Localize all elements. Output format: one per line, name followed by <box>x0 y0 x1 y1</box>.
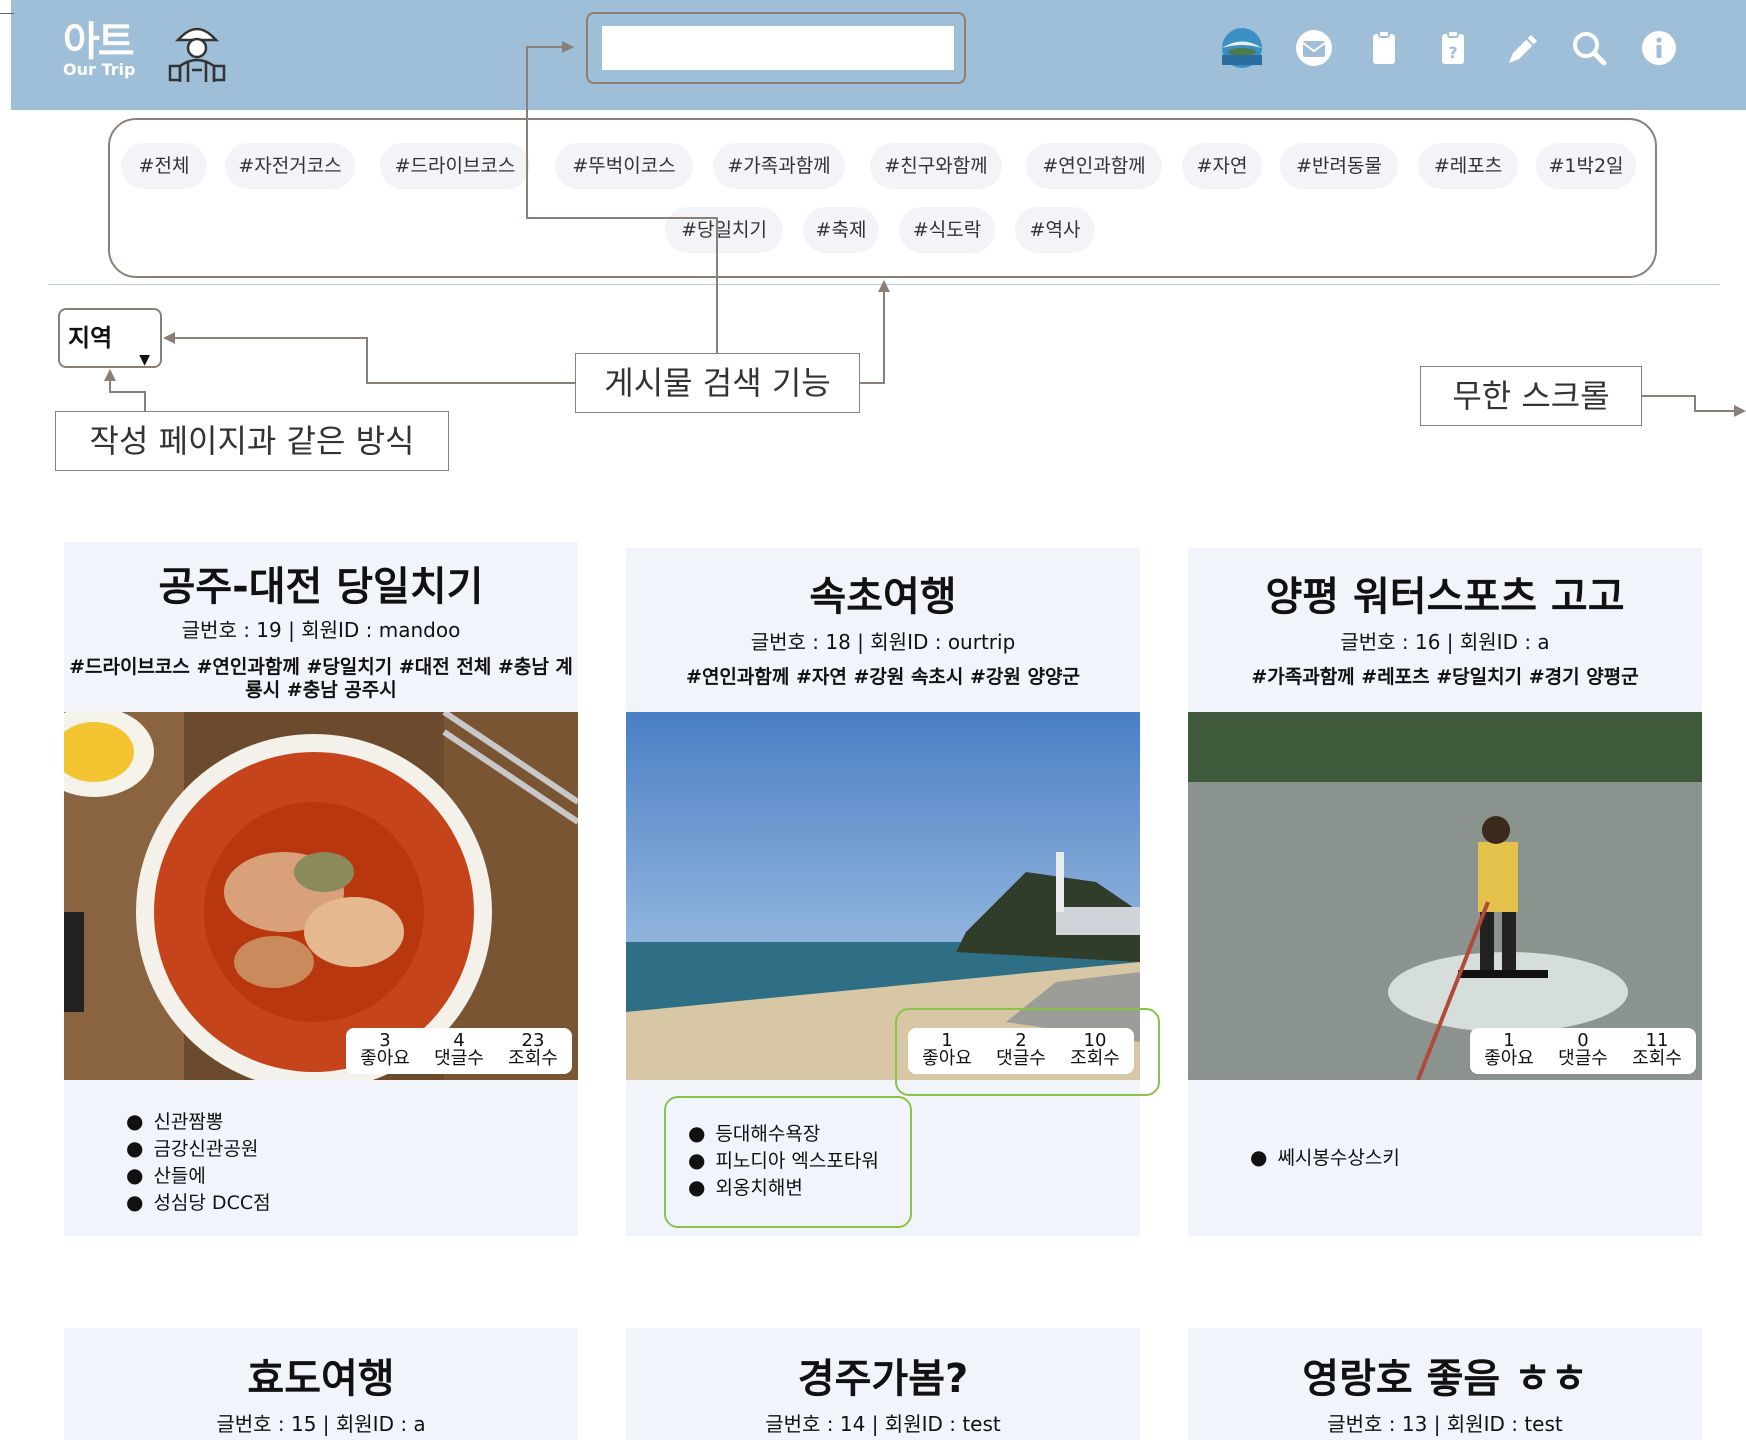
post-title: 속초여행 <box>809 574 957 620</box>
place-list: 신관짬뽕 금강신관공원 산들에 성심당 DCC점 <box>126 1108 271 1216</box>
post-meta: 글번호 : 16 | 회원ID : a <box>1340 630 1550 654</box>
post-title: 공주-대전 당일치기 <box>158 564 484 610</box>
post-meta: 글번호 : 18 | 회원ID : ourtrip <box>750 630 1016 654</box>
list-item: 쎄시봉수상스키 <box>1250 1144 1399 1171</box>
views-label: 조회수 <box>508 1048 558 1069</box>
post-card[interactable]: 양평 워터스포츠 고고 글번호 : 16 | 회원ID : a #가족과함께 #… <box>1188 548 1702 1236</box>
annotation-connectors <box>104 41 1746 417</box>
likes-label: 좋아요 <box>1484 1048 1534 1069</box>
list-item: 산들에 <box>126 1162 271 1189</box>
comments-label: 댓글수 <box>434 1048 484 1069</box>
likes-label: 좋아요 <box>360 1048 410 1069</box>
post-tags: #연인과함께 #자연 #강원 속초시 #강원 양양군 <box>686 666 1080 688</box>
list-item: 금강신관공원 <box>126 1135 271 1162</box>
list-item: 신관짬뽕 <box>126 1108 271 1135</box>
highlight-stats-box <box>895 1008 1160 1096</box>
post-tags: #드라이브코스 #연인과함께 #당일치기 #대전 전체 #충남 계룡시 #충남 … <box>69 656 573 701</box>
post-meta: 글번호 : 14 | 회원ID : test <box>765 1412 1001 1436</box>
post-stats: 1 0 11 좋아요 댓글수 조회수 <box>1470 1028 1696 1074</box>
post-card[interactable]: 영랑호 좋음 ㅎㅎ 글번호 : 13 | 회원ID : test <box>1188 1328 1702 1440</box>
post-title: 경주가봄? <box>797 1356 969 1402</box>
post-title: 영랑호 좋음 ㅎㅎ <box>1302 1356 1588 1402</box>
place-list: 쎄시봉수상스키 <box>1250 1144 1399 1171</box>
post-image: 1 0 11 좋아요 댓글수 조회수 <box>1188 712 1702 1080</box>
post-meta: 글번호 : 15 | 회원ID : a <box>216 1412 426 1436</box>
post-image: 3 4 23 좋아요 댓글수 조회수 <box>64 712 578 1080</box>
post-stats: 3 4 23 좋아요 댓글수 조회수 <box>346 1028 572 1074</box>
views-label: 조회수 <box>1632 1048 1682 1069</box>
post-meta: 글번호 : 19 | 회원ID : mandoo <box>181 618 461 642</box>
post-card[interactable]: 효도여행 글번호 : 15 | 회원ID : a <box>64 1328 578 1440</box>
comments-label: 댓글수 <box>1558 1048 1608 1069</box>
post-tags: #가족과함께 #레포츠 #당일치기 #경기 양평군 <box>1251 666 1639 688</box>
post-title: 효도여행 <box>247 1356 395 1402</box>
post-card[interactable]: 공주-대전 당일치기 글번호 : 19 | 회원ID : mandoo #드라이… <box>64 542 578 1236</box>
list-item: 성심당 DCC점 <box>126 1189 270 1216</box>
post-meta: 글번호 : 13 | 회원ID : test <box>1327 1412 1563 1436</box>
highlight-places-box <box>664 1096 912 1228</box>
post-card[interactable]: 경주가봄? 글번호 : 14 | 회원ID : test <box>626 1328 1140 1440</box>
post-title: 양평 워터스포츠 고고 <box>1265 574 1625 620</box>
